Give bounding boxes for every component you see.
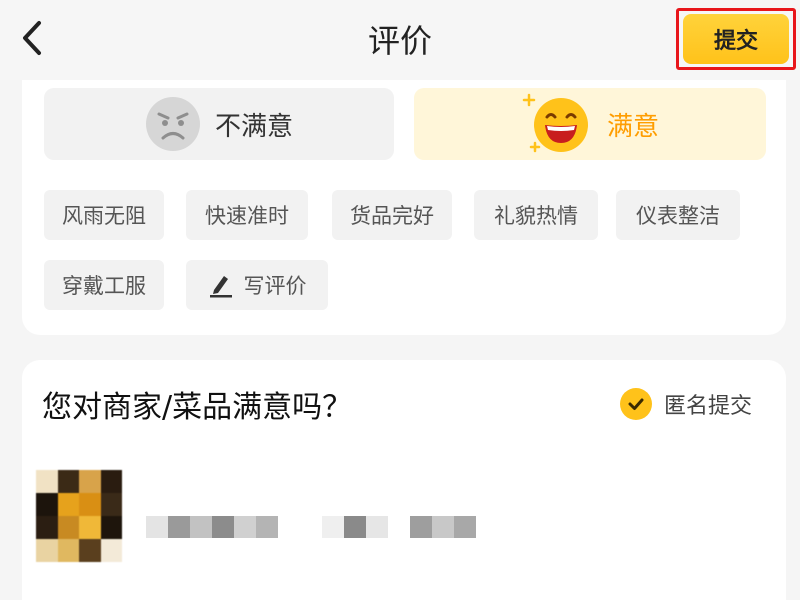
tag-chip[interactable]: 风雨无阻 bbox=[44, 190, 164, 240]
dish-thumbnail bbox=[36, 470, 122, 562]
write-review-label: 写评价 bbox=[243, 274, 307, 298]
rating-card: 不满意 满意 风雨无阻 快速准时 货品完好 礼貌热情 仪表整洁 穿戴工服 写评价 bbox=[22, 80, 786, 335]
write-review-button[interactable]: 写评价 bbox=[186, 260, 328, 310]
tag-chip[interactable]: 仪表整洁 bbox=[616, 190, 740, 240]
pen-icon bbox=[208, 272, 234, 298]
frown-face-icon bbox=[145, 97, 200, 151]
dish-name-pixelated bbox=[146, 516, 476, 538]
tag-chip[interactable]: 货品完好 bbox=[332, 190, 452, 240]
tag-chip[interactable]: 穿戴工服 bbox=[44, 260, 164, 310]
top-bar: 评价 提交 bbox=[0, 0, 800, 80]
satisfied-option[interactable]: 满意 bbox=[414, 88, 766, 160]
unsatisfied-option[interactable]: 不满意 bbox=[44, 88, 394, 160]
submit-highlight-box: 提交 bbox=[676, 8, 796, 70]
merchant-card: 您对商家/菜品满意吗？ 匿名提交 bbox=[22, 360, 786, 600]
tag-chip[interactable]: 快速准时 bbox=[186, 190, 308, 240]
anonymous-label: 匿名提交 bbox=[664, 394, 753, 419]
satisfied-label: 满意 bbox=[606, 111, 659, 142]
submit-button[interactable]: 提交 bbox=[683, 14, 789, 64]
laughing-face-icon bbox=[522, 93, 588, 153]
anonymous-toggle[interactable]: 匿名提交 bbox=[620, 384, 752, 424]
check-icon bbox=[620, 388, 652, 420]
tag-chip[interactable]: 礼貌热情 bbox=[474, 190, 598, 240]
merchant-question: 您对商家/菜品满意吗？ bbox=[42, 390, 353, 425]
unsatisfied-label: 不满意 bbox=[214, 111, 293, 142]
